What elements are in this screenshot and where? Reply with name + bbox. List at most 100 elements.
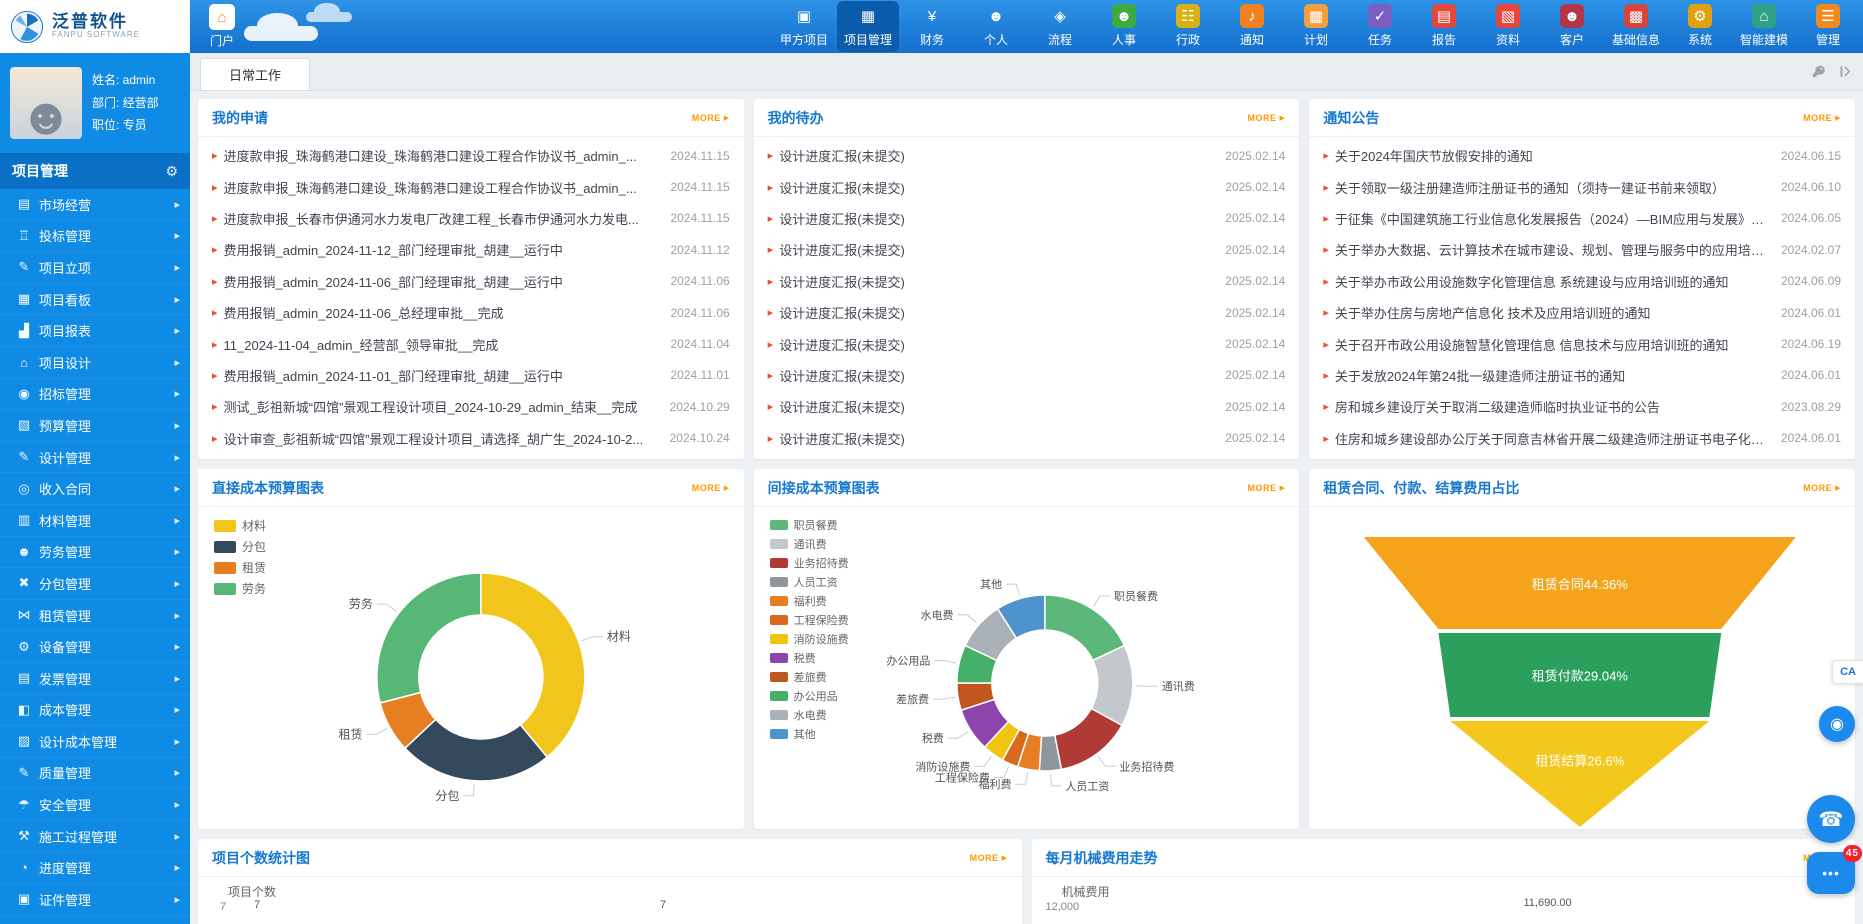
sidebar-menu-item[interactable]: ▥ 材料管理 ▸ [0, 505, 190, 537]
sidebar-menu-item[interactable]: ✖ 分包管理 ▸ [0, 568, 190, 600]
more-link[interactable]: MORE▶ [1247, 113, 1285, 123]
sidebar-menu-item[interactable]: ▨ 设计成本管理 ▸ [0, 726, 190, 758]
key-icon[interactable] [1811, 64, 1826, 79]
app-logo[interactable]: 泛普软件 FANPU SOFTWARE [0, 0, 190, 53]
sidebar-menu-item[interactable]: ✎ 质量管理 ▸ [0, 758, 190, 790]
sidebar-menu-item[interactable]: ◎ 收入合同 ▸ [0, 473, 190, 505]
list-item[interactable]: ▸ 费用报销_admin_2024-11-06_总经理审批__完成 2024.1… [212, 297, 730, 328]
top-nav-item[interactable]: ▧ 资料 [1477, 1, 1539, 52]
list-item[interactable]: ▸ 于征集《中国建筑施工行业信息化发展报告（2024）—BIM应用与发展》材料.… [1323, 203, 1841, 234]
customer-service-button[interactable]: ☎ [1807, 795, 1855, 843]
top-nav-item[interactable]: ⌂ 智能建模 [1733, 1, 1795, 52]
legend-item[interactable]: 租赁 [214, 557, 266, 578]
list-item[interactable]: ▸ 设计进度汇报(未提交) 2025.02.14 [768, 391, 1286, 422]
sidebar-menu-item[interactable]: ▟ 项目报表 ▸ [0, 315, 190, 347]
top-nav-item[interactable]: ▣ 甲方项目 [773, 1, 835, 52]
top-nav-item[interactable]: ⚙ 系统 [1669, 1, 1731, 52]
sidebar-menu-item[interactable]: ◧ 成本管理 ▸ [0, 695, 190, 727]
legend-item[interactable]: 职员餐费 [770, 515, 849, 534]
legend-item[interactable]: 人员工资 [770, 572, 849, 591]
more-link[interactable]: MORE▶ [1247, 483, 1285, 493]
list-item[interactable]: ▸ 关于召开市政公用设施智慧化管理信息 信息技术与应用培训班的通知 2024.0… [1323, 328, 1841, 359]
donut-slice[interactable] [377, 573, 481, 703]
list-item[interactable]: ▸ 设计进度汇报(未提交) 2025.02.14 [768, 266, 1286, 297]
top-nav-item[interactable]: ▦ 项目管理 [837, 1, 899, 52]
monitor-button[interactable]: ◉ [1819, 706, 1855, 742]
top-nav-item[interactable]: ¥ 财务 [901, 1, 963, 52]
gear-icon[interactable]: ⚙ [165, 163, 178, 180]
sidebar-menu-item[interactable]: ◔ 进度管理 ▸ [0, 852, 190, 884]
list-item[interactable]: ▸ 费用报销_admin_2024-11-06_部门经理审批_胡建__运行中 2… [212, 266, 730, 297]
legend-item[interactable]: 工程保险费 [770, 610, 849, 629]
more-link[interactable]: MORE▶ [1803, 113, 1841, 123]
nav-item-portal[interactable]: ⌂ 门户 [190, 0, 254, 53]
more-link[interactable]: MORE▶ [692, 483, 730, 493]
donut-slice[interactable] [481, 573, 585, 757]
top-nav-item[interactable]: ☷ 行政 [1157, 1, 1219, 52]
list-item[interactable]: ▸ 关于2024年国庆节放假安排的通知 2024.06.15 [1323, 140, 1841, 171]
list-item[interactable]: ▸ 设计进度汇报(未提交) 2025.02.14 [768, 328, 1286, 359]
list-item[interactable]: ▸ 设计审查_彭祖新城“四馆”景观工程设计项目_请选择_胡广生_2024-10-… [212, 423, 730, 454]
ca-cert-tab[interactable]: CA [1832, 660, 1863, 684]
list-item[interactable]: ▸ 设计进度汇报(未提交) 2025.02.14 [768, 360, 1286, 391]
list-item[interactable]: ▸ 设计进度汇报(未提交) 2025.02.14 [768, 203, 1286, 234]
list-item[interactable]: ▸ 关于举办住房与房地产信息化 技术及应用培训班的通知 2024.06.01 [1323, 297, 1841, 328]
sidebar-menu-item[interactable]: ▧ 预算管理 ▸ [0, 410, 190, 442]
top-nav-item[interactable]: ◈ 流程 [1029, 1, 1091, 52]
list-item[interactable]: ▸ 关于举办大数据、云计算技术在城市建设、规划、管理与服务中的应用培训班... … [1323, 234, 1841, 265]
legend-item[interactable]: 水电费 [770, 705, 849, 724]
legend-item[interactable]: 税费 [770, 648, 849, 667]
list-item[interactable]: ▸ 关于领取一级注册建造师注册证书的通知（须持一建证书前来领取） 2024.06… [1323, 171, 1841, 202]
more-link[interactable]: MORE▶ [1803, 483, 1841, 493]
list-item[interactable]: ▸ 住房和城乡建设部办公厅关于同意吉林省开展二级建造师注册证书电子化试点... … [1323, 423, 1841, 454]
list-item[interactable]: ▸ 费用报销_admin_2024-11-01_部门经理审批_胡建__运行中 2… [212, 360, 730, 391]
legend-item[interactable]: 其他 [770, 724, 849, 743]
list-item[interactable]: ▸ 设计进度汇报(未提交) 2025.02.14 [768, 171, 1286, 202]
legend-item[interactable]: 消防设施费 [770, 629, 849, 648]
funnel-band[interactable] [1451, 721, 1710, 827]
top-nav-item[interactable]: ▦ 计划 [1285, 1, 1347, 52]
legend-item[interactable]: 通讯费 [770, 534, 849, 553]
sidebar-menu-item[interactable]: ✎ 项目立项 ▸ [0, 252, 190, 284]
legend-item[interactable]: 福利费 [770, 591, 849, 610]
sidebar-menu-item[interactable]: ▤ 发票管理 ▸ [0, 663, 190, 695]
legend-item[interactable]: 办公用品 [770, 686, 849, 705]
sidebar-menu-item[interactable]: ⌂ 项目设计 ▸ [0, 347, 190, 379]
list-item[interactable]: ▸ 进度款申报_珠海鹤港口建设_珠海鹤港口建设工程合作协议书_admin_...… [212, 140, 730, 171]
tab-daily-work[interactable]: 日常工作 [200, 58, 310, 90]
sidebar-menu-item[interactable]: ◉ 招标管理 ▸ [0, 379, 190, 411]
list-item[interactable]: ▸ 设计进度汇报(未提交) 2025.02.14 [768, 423, 1286, 454]
list-item[interactable]: ▸ 设计进度汇报(未提交) 2025.02.14 [768, 234, 1286, 265]
list-item[interactable]: ▸ 关于发放2024年第24批一级建造师注册证书的通知 2024.06.01 [1323, 360, 1841, 391]
legend-item[interactable]: 分包 [214, 536, 266, 557]
chat-button[interactable]: ••• 45 [1807, 852, 1855, 894]
legend-item[interactable]: 业务招待费 [770, 553, 849, 572]
legend-item[interactable]: 劳务 [214, 578, 266, 599]
top-nav-item[interactable]: ☻ 个人 [965, 1, 1027, 52]
sidebar-menu-item[interactable]: ✎ 设计管理 ▸ [0, 442, 190, 474]
list-item[interactable]: ▸ 进度款申报_长春市伊通河水力发电厂改建工程_长春市伊通河水力发电... 20… [212, 203, 730, 234]
list-item[interactable]: ▸ 测试_彭祖新城“四馆”景观工程设计项目_2024-10-29_admin_结… [212, 391, 730, 422]
avatar[interactable]: ☻ [10, 67, 82, 139]
sidebar-menu-item[interactable]: ⚙ 设备管理 ▸ [0, 631, 190, 663]
panel-toggle-icon[interactable] [1838, 64, 1853, 79]
sidebar-menu-item[interactable]: ♖ 投标管理 ▸ [0, 221, 190, 253]
legend-item[interactable]: 差旅费 [770, 667, 849, 686]
top-nav-item[interactable]: ▩ 基础信息 [1605, 1, 1667, 52]
sidebar-menu-item[interactable]: ⋈ 租赁管理 ▸ [0, 600, 190, 632]
sidebar-menu-item[interactable]: ▣ 证件管理 ▸ [0, 884, 190, 916]
list-item[interactable]: ▸ 房和城乡建设厅关于取消二级建造师临时执业证书的公告 2023.08.29 [1323, 391, 1841, 422]
sidebar-menu-item[interactable]: ☻ 劳务管理 ▸ [0, 537, 190, 569]
sidebar-menu-item[interactable]: ▦ 项目看板 ▸ [0, 284, 190, 316]
sidebar-menu-item[interactable]: ⚒ 施工过程管理 ▸ [0, 821, 190, 853]
sidebar-menu-item[interactable]: ☂ 安全管理 ▸ [0, 789, 190, 821]
top-nav-item[interactable]: ☻ 客户 [1541, 1, 1603, 52]
top-nav-item[interactable]: ☻ 人事 [1093, 1, 1155, 52]
top-nav-item[interactable]: ♪ 通知 [1221, 1, 1283, 52]
more-link[interactable]: MORE▶ [692, 113, 730, 123]
top-nav-item[interactable]: ✓ 任务 [1349, 1, 1411, 52]
legend-item[interactable]: 材料 [214, 515, 266, 536]
top-nav-item[interactable]: ☰ 管理 [1797, 1, 1859, 52]
list-item[interactable]: ▸ 11_2024-11-04_admin_经营部_领导审批__完成 2024.… [212, 328, 730, 359]
more-link[interactable]: MORE▶ [970, 853, 1008, 863]
